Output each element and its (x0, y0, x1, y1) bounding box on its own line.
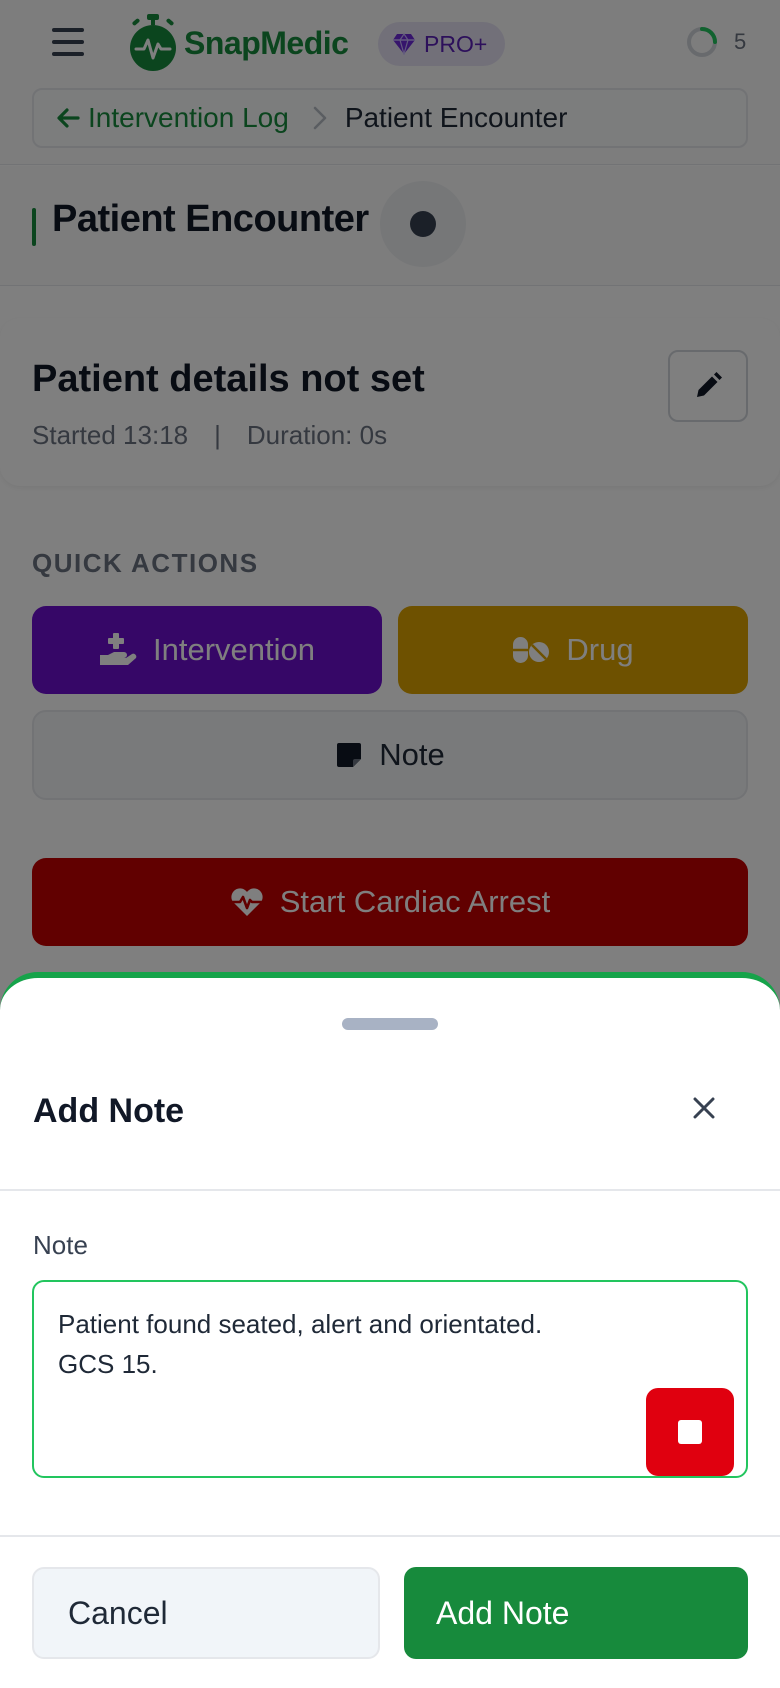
close-icon (693, 1097, 715, 1119)
note-textarea[interactable]: Patient found seated, alert and orientat… (32, 1280, 748, 1478)
sheet-title: Add Note (33, 1092, 185, 1130)
sheet-drag-handle[interactable] (342, 1018, 438, 1030)
stop-dictation-button[interactable] (646, 1388, 734, 1476)
cancel-button[interactable]: Cancel (32, 1567, 380, 1659)
sheet-header-divider (0, 1189, 780, 1191)
note-field-label: Note (33, 1230, 88, 1260)
stop-icon (678, 1420, 702, 1444)
add-note-submit-button[interactable]: Add Note (404, 1567, 748, 1659)
note-text-value: Patient found seated, alert and orientat… (58, 1309, 543, 1379)
add-note-sheet: Add Note Note Patient found seated, aler… (0, 972, 780, 1688)
sheet-footer-divider (0, 1535, 780, 1537)
close-button[interactable] (682, 1086, 726, 1130)
